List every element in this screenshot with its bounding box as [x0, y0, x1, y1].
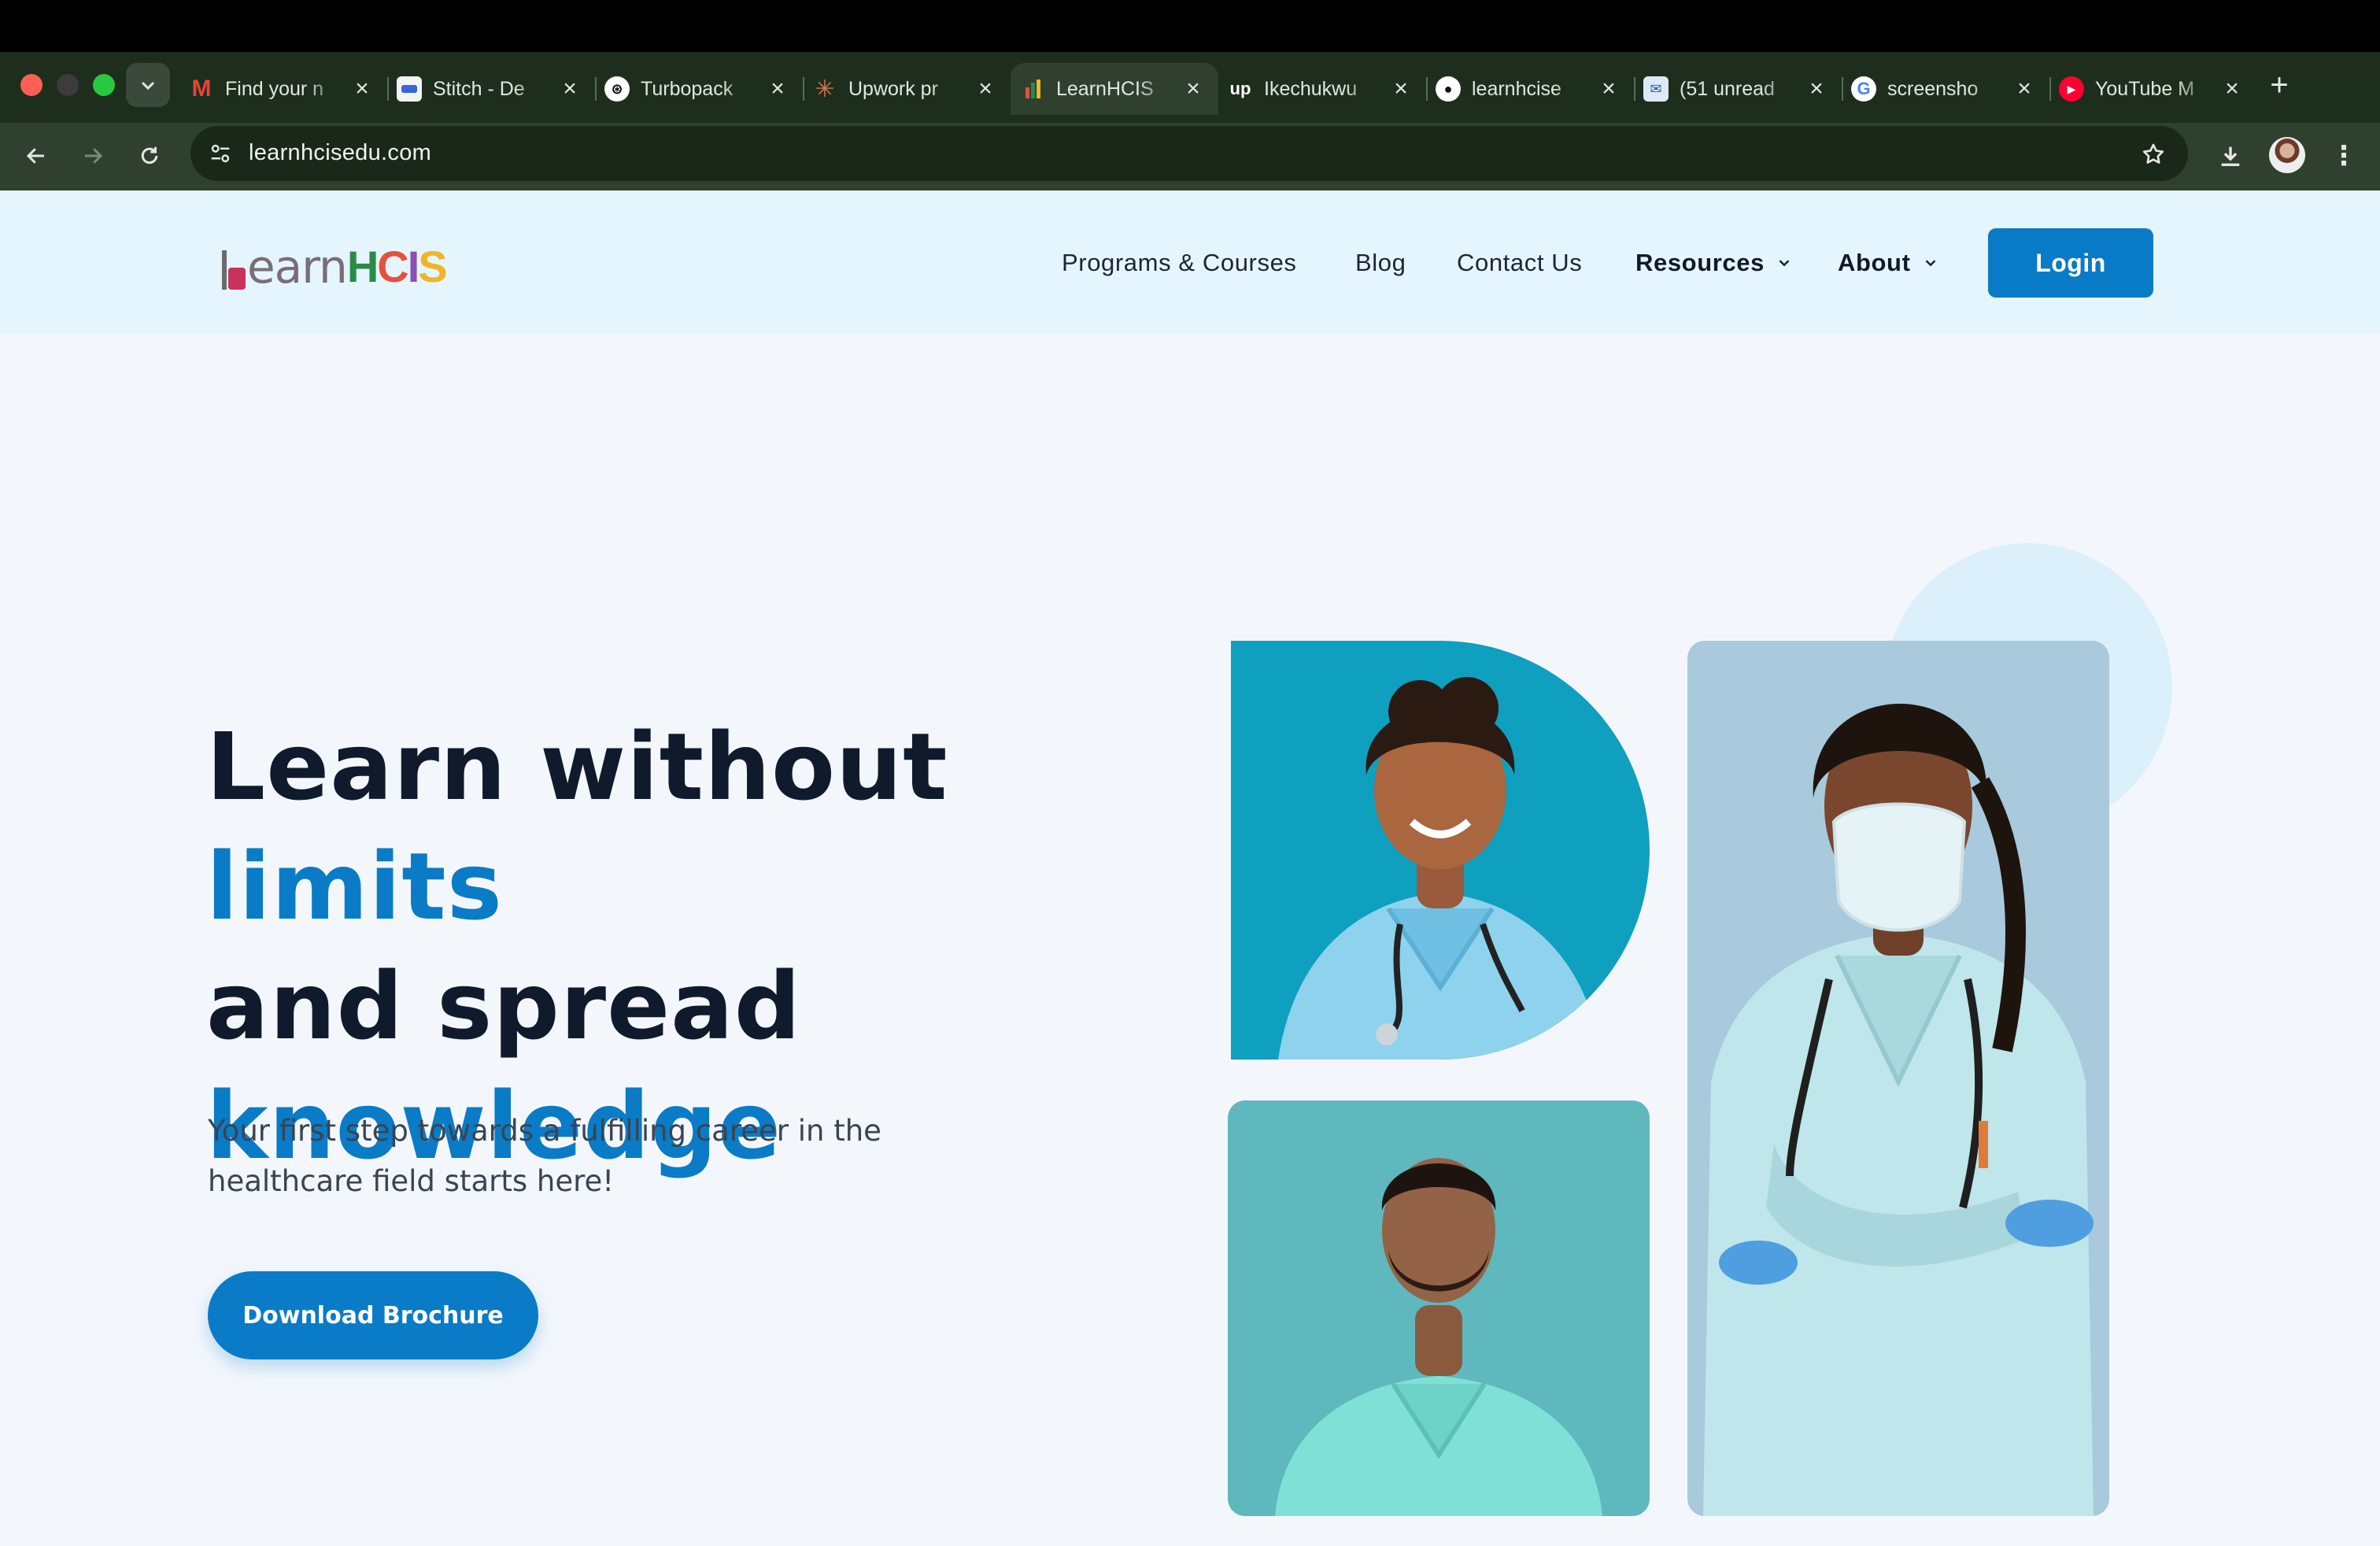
site-settings-icon[interactable]: [206, 139, 235, 168]
reload-button[interactable]: [128, 134, 172, 178]
upwork-icon: up: [1229, 79, 1251, 98]
nav-blog[interactable]: Blog: [1355, 249, 1406, 277]
close-icon[interactable]: ×: [974, 76, 996, 102]
mail-icon: ✉: [1643, 76, 1669, 102]
site-header: earn HCIS Programs & Courses Blog Contac…: [0, 190, 2380, 334]
nav-programs-courses[interactable]: Programs & Courses: [1062, 249, 1297, 277]
tab-title: screensho: [1887, 77, 1979, 100]
address-bar[interactable]: [190, 126, 2188, 181]
tab-github[interactable]: ● learnhcise ×: [1426, 63, 1634, 115]
tab-title: YouTube M: [2095, 77, 2195, 100]
nurse-photo-man: [1228, 1100, 1650, 1516]
nav-about-label: About: [1838, 249, 1911, 276]
tab-list: M Find your n × Stitch - De × ⊛ Turbopac…: [179, 63, 2257, 115]
close-icon[interactable]: ×: [2013, 76, 2035, 102]
nav-contact-us[interactable]: Contact Us: [1457, 249, 1582, 277]
nav-contact-label: Contact Us: [1457, 249, 1583, 276]
arrow-left-icon: [26, 148, 44, 164]
logo-letter-h: H: [346, 242, 379, 291]
chevron-down-icon: [1776, 254, 1793, 272]
nav-resources-dropdown[interactable]: Resources: [1635, 249, 1793, 277]
maximize-window-button[interactable]: [93, 74, 115, 96]
chevron-down-icon: [141, 81, 155, 91]
logo-l-glyph: [222, 250, 246, 290]
new-tab-button[interactable]: +: [2257, 63, 2301, 107]
tab-google-search[interactable]: G screensho ×: [1842, 63, 2049, 115]
close-icon[interactable]: ×: [351, 76, 373, 102]
tab-search-button[interactable]: [126, 63, 170, 107]
tab-upwork-profile[interactable]: up Ikechukwu ×: [1218, 63, 1426, 115]
google-icon: G: [1851, 76, 1876, 102]
reload-icon: [141, 146, 158, 165]
tab-title: LearnHCIS: [1056, 77, 1154, 100]
nav-about-dropdown[interactable]: About: [1838, 249, 1939, 277]
close-icon[interactable]: ×: [1805, 76, 1828, 102]
stitch-icon: [397, 76, 422, 102]
forward-button[interactable]: [71, 134, 115, 178]
nurse-photo-smiling: [1231, 641, 1650, 1060]
download-icon: [2221, 146, 2240, 167]
logo-letter-c: C: [377, 242, 408, 291]
downloads-button[interactable]: [2208, 134, 2252, 178]
chevron-down-icon: [1922, 254, 1939, 272]
learnhcis-icon: [1020, 76, 1045, 102]
learnhcis-logo[interactable]: earn HCIS: [222, 238, 448, 294]
tab-gmail[interactable]: M Find your n ×: [179, 63, 387, 115]
arrow-right-icon: [85, 148, 103, 164]
close-icon[interactable]: ×: [2221, 76, 2243, 102]
claude-icon: ✳: [815, 76, 835, 102]
gmail-icon: M: [191, 76, 212, 102]
hero-line-2: and spread: [206, 952, 802, 1060]
minimize-window-button[interactable]: [57, 74, 79, 96]
tab-title: Upwork pr: [848, 77, 938, 100]
hero-subtitle: Your first step towards a fulfilling car…: [208, 1114, 881, 1198]
back-button[interactable]: [14, 134, 58, 178]
github-icon: ●: [1436, 76, 1461, 102]
logo-hcis-text: HCIS: [346, 242, 448, 291]
menu-bar: [0, 0, 2380, 52]
youtube-music-icon: ▶: [2059, 76, 2084, 102]
hero-highlight-limits: limits: [206, 832, 503, 941]
url-text[interactable]: learnhcisedu.com: [249, 140, 431, 166]
bookmark-star-icon[interactable]: [2136, 137, 2171, 172]
nav-resources-label: Resources: [1635, 249, 1765, 276]
tab-title: Stitch - De: [433, 77, 525, 100]
login-button[interactable]: Login: [1988, 228, 2153, 298]
nav-blog-label: Blog: [1355, 249, 1406, 276]
logo-letter-i: I: [407, 242, 420, 291]
nav-programs-label: Programs & Courses: [1062, 249, 1297, 276]
close-icon[interactable]: ×: [1598, 76, 1620, 102]
hero-line-1a: Learn without: [206, 712, 948, 821]
tab-title: Find your n: [225, 77, 324, 100]
tab-turbopack[interactable]: ⊛ Turbopack ×: [595, 63, 803, 115]
logo-letter-s: S: [418, 242, 447, 291]
tab-learnhcis[interactable]: LearnHCIS ×: [1011, 63, 1218, 115]
tab-title: learnhcise: [1472, 77, 1561, 100]
tab-upwork-prompt[interactable]: ✳ Upwork pr ×: [803, 63, 1011, 115]
profile-avatar[interactable]: [2269, 137, 2305, 173]
tab-title: (51 unread: [1680, 77, 1775, 100]
openai-icon: ⊛: [604, 76, 630, 102]
close-icon[interactable]: ×: [1182, 76, 1204, 102]
tab-title: Ikechukwu: [1264, 77, 1358, 100]
nurse-photo-masked: [1687, 641, 2109, 1516]
download-brochure-button[interactable]: Download Brochure: [208, 1271, 538, 1359]
webpage: earn HCIS Programs & Courses Blog Contac…: [0, 190, 2380, 1546]
tab-stitch[interactable]: Stitch - De ×: [387, 63, 595, 115]
close-window-button[interactable]: [20, 74, 42, 96]
hero-line-1: Learn without limits: [206, 707, 1229, 946]
close-icon[interactable]: ×: [767, 76, 789, 102]
browser-menu-button[interactable]: ⋮: [2328, 134, 2360, 178]
tab-mail[interactable]: ✉ (51 unread ×: [1634, 63, 1842, 115]
close-icon[interactable]: ×: [1390, 76, 1412, 102]
logo-learn-text: earn: [247, 240, 348, 294]
close-icon[interactable]: ×: [559, 76, 581, 102]
tab-title: Turbopack: [641, 77, 734, 100]
tab-youtube-music[interactable]: ▶ YouTube M ×: [2049, 63, 2257, 115]
